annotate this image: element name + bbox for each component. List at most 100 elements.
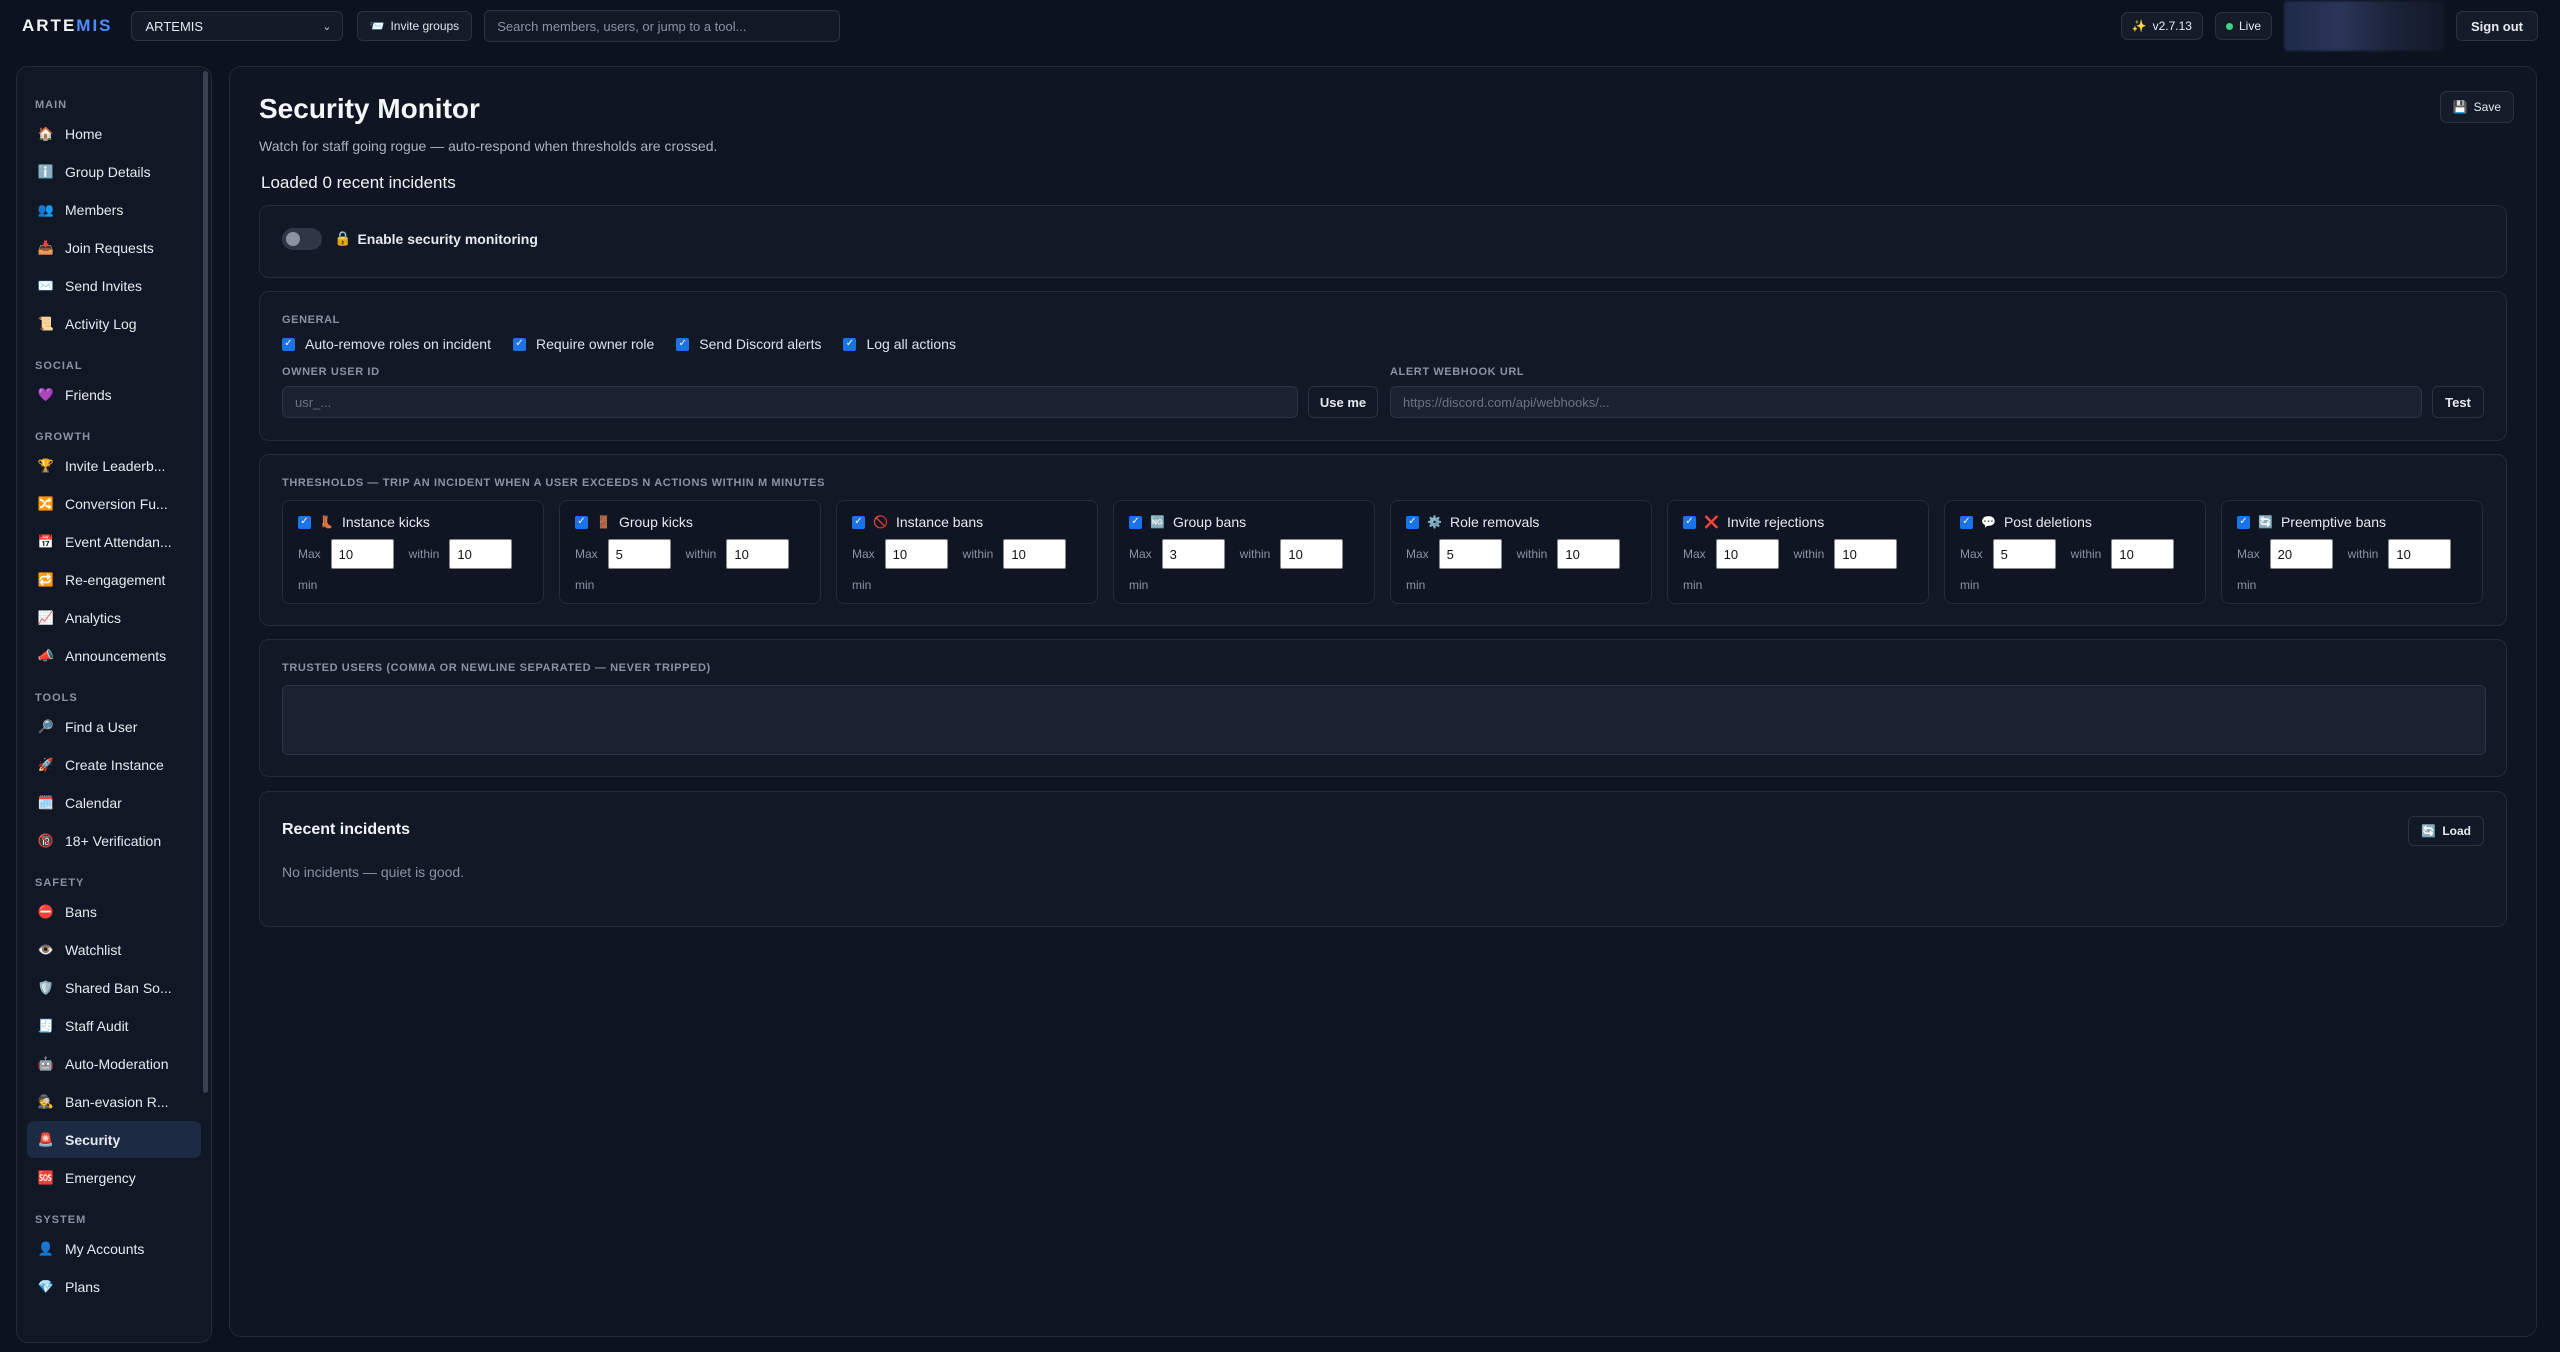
- within-minutes-input[interactable]: [449, 539, 513, 569]
- checkbox[interactable]: ✓: [676, 337, 690, 351]
- sidebar-item-home[interactable]: 🏠 Home: [27, 115, 201, 152]
- within-minutes-input[interactable]: [2111, 539, 2175, 569]
- within-minutes-input[interactable]: [1003, 539, 1067, 569]
- sidebar-item-label: Join Requests: [65, 239, 154, 256]
- max-count-input[interactable]: [1715, 539, 1779, 569]
- sidebar-scrollbar[interactable]: [203, 71, 208, 1093]
- within-minutes-input[interactable]: [726, 539, 790, 569]
- sidebar-item-emergency[interactable]: 🆘 Emergency: [27, 1159, 201, 1196]
- sign-out-button[interactable]: Sign out: [2456, 11, 2538, 41]
- sparkle-icon: ✨: [2131, 19, 2147, 33]
- threshold-instance-kicks: ✓ 👢 Instance kicks Max within min: [282, 500, 544, 604]
- max-count-input[interactable]: [884, 539, 948, 569]
- sidebar-item-my-accounts[interactable]: 👤 My Accounts: [27, 1230, 201, 1267]
- within-label: within: [408, 547, 440, 561]
- version-badge[interactable]: ✨ v2.7.13: [2120, 12, 2203, 40]
- sidebar-item-watchlist[interactable]: 👁️ Watchlist: [27, 931, 201, 968]
- max-count-input[interactable]: [330, 539, 394, 569]
- sidebar-item-label: Plans: [65, 1278, 101, 1295]
- sidebar-item-join-requests[interactable]: 📥 Join Requests: [27, 229, 201, 266]
- threshold-enable-checkbox[interactable]: ✓: [1683, 515, 1696, 529]
- sidebar-item-plans[interactable]: 💎 Plans: [27, 1268, 201, 1305]
- app-logo[interactable]: ARTEMIS: [22, 16, 113, 36]
- sidebar-item-ban-evasion-r[interactable]: 🕵️ Ban-evasion R...: [27, 1083, 201, 1120]
- sidebar-item-label: Send Invites: [65, 277, 143, 294]
- threshold-label: Instance kicks: [341, 514, 430, 530]
- sidebar-item-18-verification[interactable]: 🔞 18+ Verification: [27, 822, 201, 859]
- find-a-user-icon: 🔎: [37, 718, 55, 734]
- threshold-row: Max within: [1406, 539, 1621, 569]
- invite-groups-button[interactable]: 📨 Invite groups: [356, 11, 473, 41]
- threshold-enable-checkbox[interactable]: ✓: [1406, 515, 1419, 529]
- toggle-knob: [286, 232, 300, 246]
- max-count-input[interactable]: [1992, 539, 2056, 569]
- owner-user-id-input[interactable]: [282, 386, 1298, 418]
- general-checkbox-row: ✓ Auto-remove roles on incident ✓ Require o…: [282, 336, 956, 352]
- sidebar-item-announcements[interactable]: 📣 Announcements: [27, 637, 201, 674]
- within-minutes-input[interactable]: [1834, 539, 1898, 569]
- sidebar-item-activity-log[interactable]: 📜 Activity Log: [27, 305, 201, 342]
- general-checkbox-require-owner-role[interactable]: ✓ Require owner role: [513, 336, 654, 352]
- sidebar-item-label: My Accounts: [65, 1240, 145, 1257]
- sidebar-item-auto-moderation[interactable]: 🤖 Auto-Moderation: [27, 1045, 201, 1082]
- trusted-users-textarea[interactable]: [282, 685, 2486, 755]
- sidebar-item-label: Members: [65, 201, 124, 218]
- max-count-input[interactable]: [1161, 539, 1225, 569]
- sidebar-item-invite-leaderb[interactable]: 🏆 Invite Leaderb...: [27, 447, 201, 484]
- invite-icon: 📨: [369, 19, 385, 33]
- within-minutes-input[interactable]: [1557, 539, 1621, 569]
- sidebar-item-analytics[interactable]: 📈 Analytics: [27, 599, 201, 636]
- sidebar-item-re-engagement[interactable]: 🔁 Re-engagement: [27, 561, 201, 598]
- checkbox[interactable]: ✓: [282, 337, 295, 351]
- sidebar-item-find-a-user[interactable]: 🔎 Find a User: [27, 708, 201, 745]
- within-minutes-input[interactable]: [2388, 539, 2452, 569]
- sidebar-item-conversion-fu[interactable]: 🔀 Conversion Fu...: [27, 485, 201, 522]
- sidebar-item-send-invites[interactable]: ✉️ Send Invites: [27, 267, 201, 304]
- threshold-enable-checkbox[interactable]: ✓: [852, 515, 865, 529]
- checkbox-label: Require owner role: [536, 336, 655, 352]
- group-select[interactable]: ARTEMIS ⌄: [130, 11, 343, 41]
- test-webhook-button[interactable]: Test: [2432, 386, 2484, 418]
- general-checkbox-log-all-actions[interactable]: ✓ Log all actions: [843, 336, 956, 352]
- sidebar-item-event-attendan[interactable]: 📅 Event Attendan...: [27, 523, 201, 560]
- sidebar-item-label: 18+ Verification: [65, 832, 162, 849]
- load-incidents-button[interactable]: 🔄 Load: [2408, 816, 2484, 846]
- threshold-enable-checkbox[interactable]: ✓: [2237, 515, 2250, 529]
- sidebar-item-friends[interactable]: 💜 Friends: [27, 376, 201, 413]
- re-engagement-icon: 🔁: [37, 571, 55, 587]
- within-label: within: [1239, 547, 1271, 561]
- max-count-input[interactable]: [607, 539, 671, 569]
- sidebar-item-bans[interactable]: ⛔ Bans: [27, 893, 201, 930]
- threshold-enable-checkbox[interactable]: ✓: [575, 515, 588, 529]
- general-checkbox-auto-remove-roles-on-incident[interactable]: ✓ Auto-remove roles on incident: [282, 336, 491, 352]
- avatar[interactable]: [2284, 1, 2444, 51]
- checkbox-label: Log all actions: [866, 336, 956, 352]
- threshold-enable-checkbox[interactable]: ✓: [1960, 515, 1973, 529]
- within-minutes-input[interactable]: [1280, 539, 1344, 569]
- max-count-input[interactable]: [2269, 539, 2333, 569]
- sidebar-item-shared-ban-so[interactable]: 🛡️ Shared Ban So...: [27, 969, 201, 1006]
- save-button[interactable]: 💾 Save: [2439, 91, 2514, 123]
- threshold-enable-checkbox[interactable]: ✓: [298, 515, 311, 529]
- general-checkbox-send-discord-alerts[interactable]: ✓ Send Discord alerts: [676, 336, 821, 352]
- group-kicks-icon: 🚪: [596, 515, 611, 529]
- checkbox[interactable]: ✓: [843, 337, 857, 351]
- threshold-row: Max within: [1129, 539, 1344, 569]
- sidebar-item-calendar[interactable]: 🗓️ Calendar: [27, 784, 201, 821]
- sidebar-section-title: TOOLS: [35, 692, 78, 704]
- max-count-input[interactable]: [1438, 539, 1502, 569]
- max-label: Max: [852, 547, 875, 561]
- search-input[interactable]: [484, 10, 841, 42]
- sidebar-item-security[interactable]: 🚨 Security: [27, 1121, 201, 1158]
- use-me-button[interactable]: Use me: [1308, 386, 1378, 418]
- sidebar-item-create-instance[interactable]: 🚀 Create Instance: [27, 746, 201, 783]
- shared-ban-so-icon: 🛡️: [37, 979, 55, 995]
- sidebar-item-group-details[interactable]: ℹ️ Group Details: [27, 153, 201, 190]
- checkbox[interactable]: ✓: [513, 337, 526, 351]
- threshold-enable-checkbox[interactable]: ✓: [1129, 515, 1142, 529]
- alert-webhook-url-input[interactable]: [1390, 386, 2422, 418]
- sidebar-item-members[interactable]: 👥 Members: [27, 191, 201, 228]
- enable-monitoring-toggle[interactable]: [282, 228, 322, 250]
- sidebar-item-staff-audit[interactable]: 🧾 Staff Audit: [27, 1007, 201, 1044]
- recent-incidents-title: Recent incidents: [282, 821, 411, 838]
